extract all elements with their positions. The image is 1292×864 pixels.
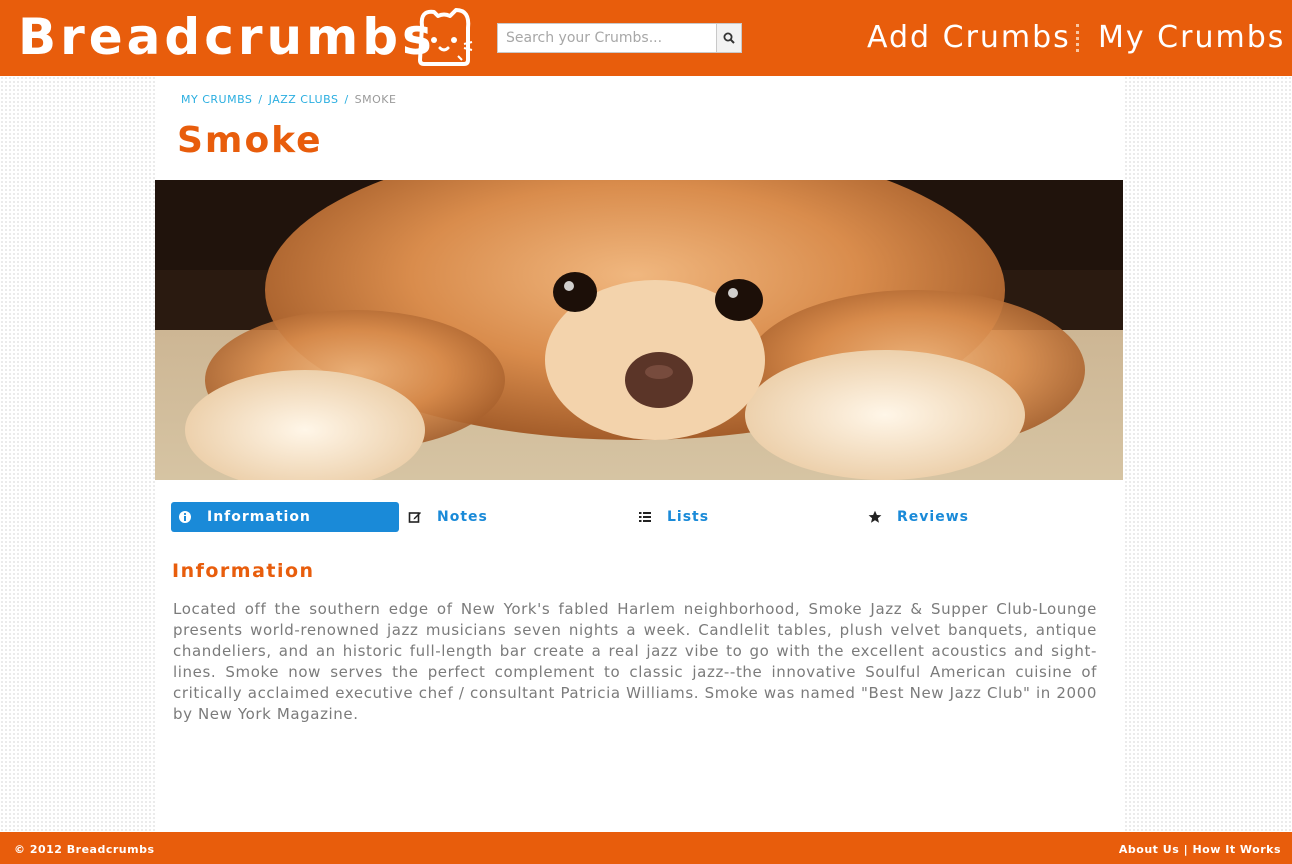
- breadcrumb-separator: /: [344, 93, 349, 106]
- breadcrumb-my-crumbs[interactable]: MY CRUMBS: [181, 93, 252, 106]
- main-panel: MY CRUMBS / JAZZ CLUBS / SMOKE Smoke Inf…: [155, 76, 1123, 832]
- tab-information[interactable]: Information: [171, 502, 399, 532]
- star-icon: [867, 509, 883, 525]
- search-input[interactable]: [497, 23, 717, 53]
- tab-notes-label: Notes: [437, 509, 488, 525]
- site-header: Breadcrumbs Add Crumbs My Crumbs: [0, 0, 1292, 76]
- section-heading-information: Information: [172, 560, 315, 582]
- site-logo[interactable]: Breadcrumbs: [18, 4, 436, 70]
- tab-notes[interactable]: Notes: [401, 502, 601, 532]
- cat-toast-logo-icon[interactable]: [412, 4, 476, 68]
- site-footer: © 2012 Breadcrumbs About Us | How It Wor…: [0, 832, 1292, 864]
- info-circle-icon: [177, 509, 193, 525]
- tab-reviews[interactable]: Reviews: [861, 502, 1061, 532]
- nav-add-crumbs[interactable]: Add Crumbs: [867, 14, 1071, 62]
- information-body: Located off the southern edge of New Yor…: [173, 600, 1097, 723]
- breadcrumb-separator: /: [258, 93, 263, 106]
- list-icon: [637, 509, 653, 525]
- search-icon: [723, 32, 735, 44]
- nav-my-crumbs[interactable]: My Crumbs: [1098, 14, 1285, 62]
- footer-how-it-works-link[interactable]: How It Works: [1192, 843, 1281, 856]
- breadcrumb-jazz-clubs[interactable]: JAZZ CLUBS: [269, 93, 339, 106]
- footer-about-link[interactable]: About Us: [1119, 843, 1179, 856]
- nav-divider: [1076, 24, 1079, 52]
- footer-copyright: © 2012 Breadcrumbs: [14, 843, 155, 856]
- breadcrumb-current: SMOKE: [354, 93, 397, 106]
- tab-information-label: Information: [207, 509, 311, 525]
- tab-lists-label: Lists: [667, 509, 710, 525]
- edit-icon: [407, 509, 423, 525]
- footer-links: About Us | How It Works: [1119, 843, 1281, 856]
- page-title: Smoke: [177, 120, 323, 161]
- dog-photo-icon: [155, 180, 1123, 480]
- tab-lists[interactable]: Lists: [631, 502, 831, 532]
- search-button[interactable]: [716, 23, 742, 53]
- footer-separator: |: [1183, 843, 1189, 856]
- breadcrumb: MY CRUMBS / JAZZ CLUBS / SMOKE: [181, 93, 396, 106]
- hero-image: [155, 180, 1123, 480]
- tab-reviews-label: Reviews: [897, 509, 969, 525]
